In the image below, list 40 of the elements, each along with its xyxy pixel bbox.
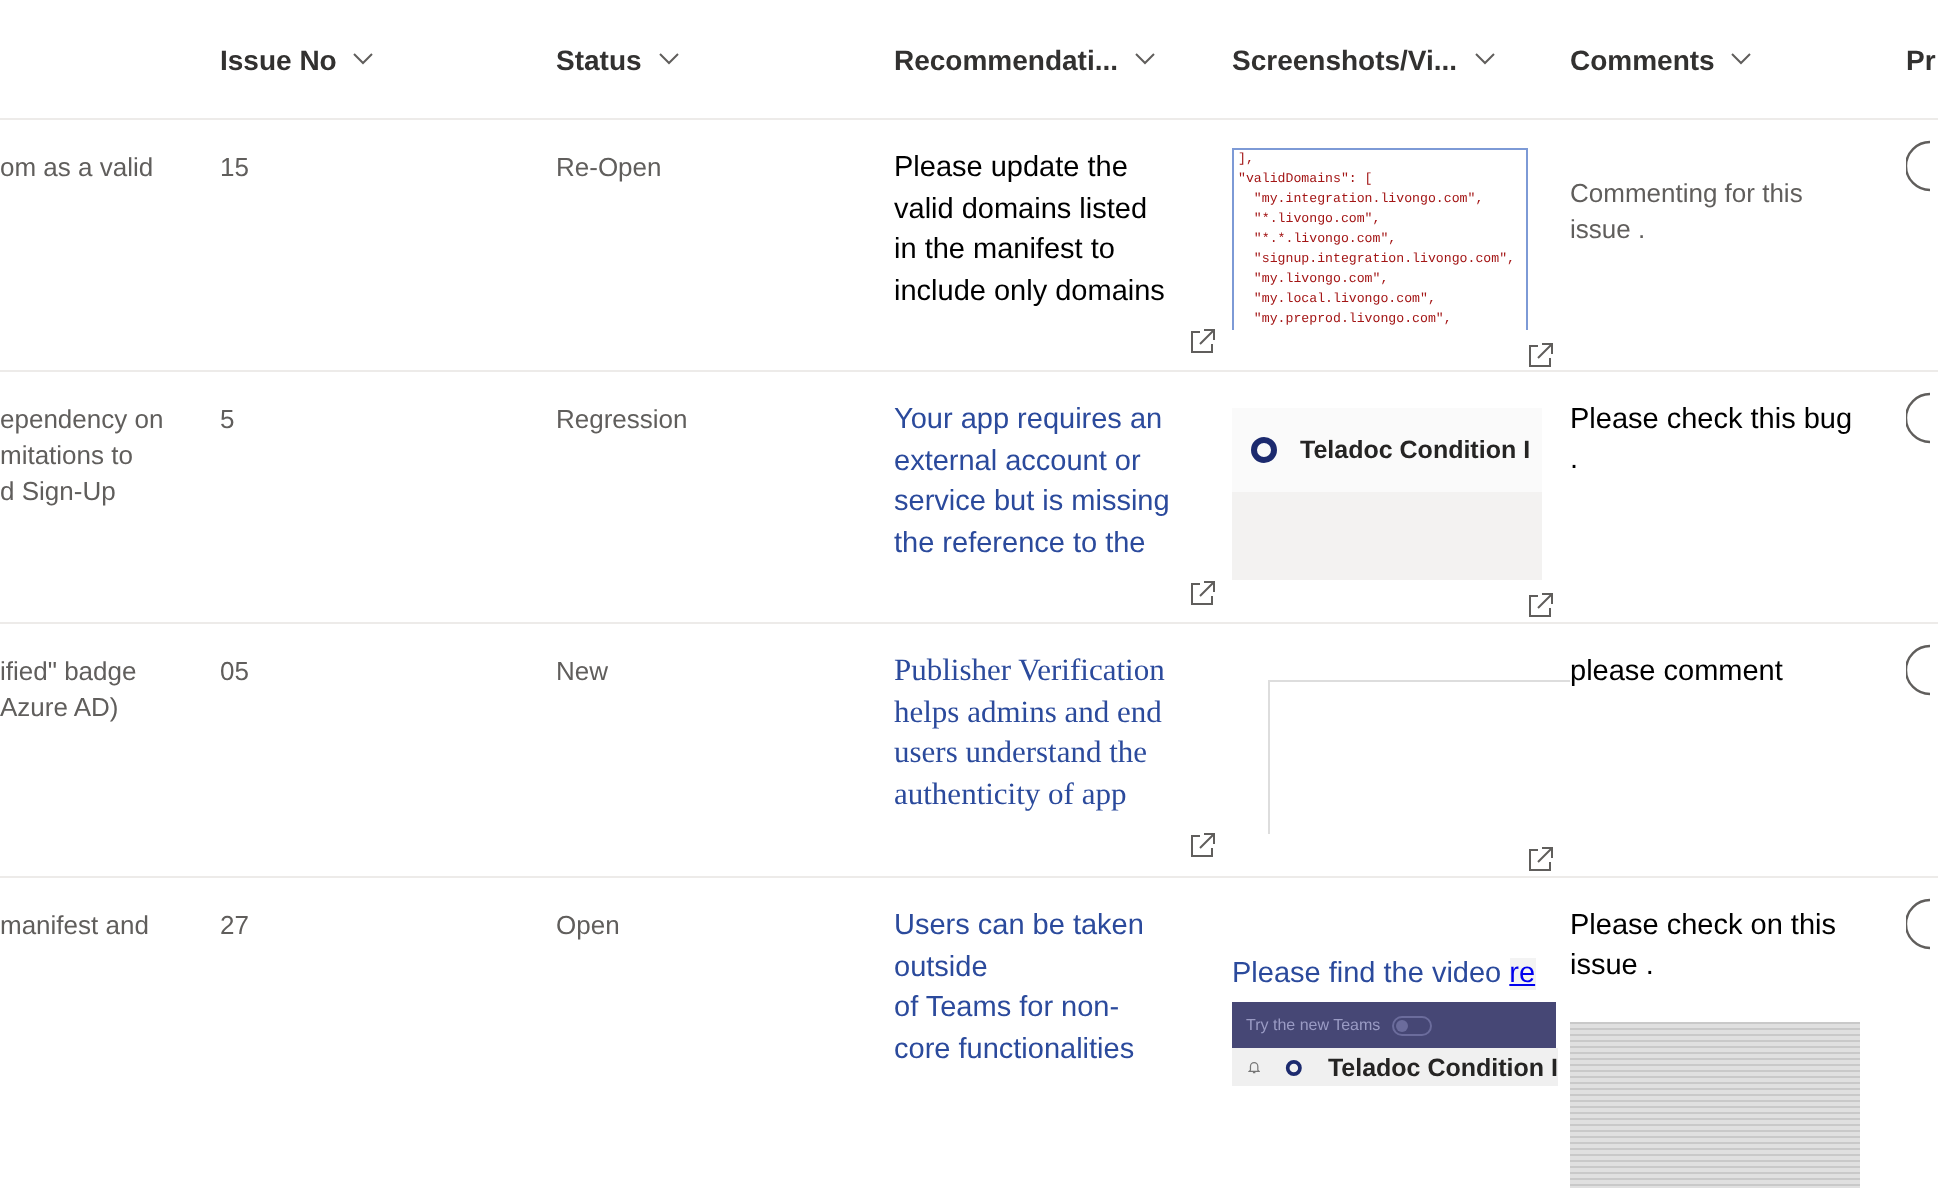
column-header[interactable]: Status — [556, 43, 642, 75]
open-in-new-icon[interactable] — [1526, 846, 1554, 874]
banner-text: Try the new Teams — [1246, 1016, 1381, 1034]
app-title: Teladoc Condition I — [1300, 436, 1531, 464]
table-cell-text: 27 — [220, 908, 251, 944]
open-in-new-icon[interactable] — [1526, 592, 1554, 620]
table-cell-text: ependency on mitations to d Sign-Up — [0, 402, 166, 510]
table-cell-text: 5 — [220, 402, 237, 438]
comment-text: please comment — [1570, 656, 1783, 688]
comment-text: Commenting for this issue . — [1570, 178, 1803, 244]
table-cell-text: ified" badge Azure AD) — [0, 654, 139, 726]
toggle-icon — [1392, 1015, 1433, 1035]
recommendation-text: Your app requires an external account or service but is missing the reference to the — [894, 402, 1172, 563]
table-cell-text: 05 — [220, 654, 251, 690]
column-header[interactable]: Pr — [1906, 43, 1936, 75]
table-cell-text: om as a valid — [0, 150, 156, 186]
open-in-new-icon[interactable] — [1188, 580, 1216, 608]
table-cell-text: New — [556, 654, 611, 690]
bell-icon — [1248, 1056, 1261, 1078]
ring-logo-icon — [1248, 434, 1280, 466]
video-note: Please find the video re — [1232, 956, 1538, 994]
column-header[interactable]: Recommendati... — [894, 43, 1119, 75]
table-cell-text: manifest and — [0, 908, 151, 944]
recommendation-text: Publisher Verification helps admins and end users understand the authenticity of app — [894, 652, 1167, 815]
recommendation-text: Please update the valid domains listed in the manifest to include only domains — [894, 150, 1167, 311]
comment-text: Please check this bug . — [1570, 404, 1853, 476]
open-in-new-icon[interactable] — [1188, 328, 1216, 356]
table-cell-text: Regression — [556, 402, 690, 438]
open-in-new-icon[interactable] — [1526, 342, 1554, 370]
recommendation-text: Users can be taken outside of Teams for non- core functionalities — [894, 908, 1146, 1069]
table-cell-text: Open — [556, 908, 622, 944]
comment-text: Please check on this issue . — [1570, 910, 1836, 982]
app-title: Teladoc Condition I — [1327, 1053, 1558, 1081]
open-in-new-icon[interactable] — [1188, 832, 1216, 860]
video-link[interactable]: re — [1509, 958, 1536, 990]
column-header[interactable]: Screenshots/Vi... — [1232, 43, 1458, 75]
column-header[interactable]: Issue No — [220, 43, 337, 75]
column-header[interactable]: Comments — [1570, 43, 1715, 75]
table-cell-text: 15 — [220, 150, 251, 186]
table-cell-text: Re-Open — [556, 150, 664, 186]
